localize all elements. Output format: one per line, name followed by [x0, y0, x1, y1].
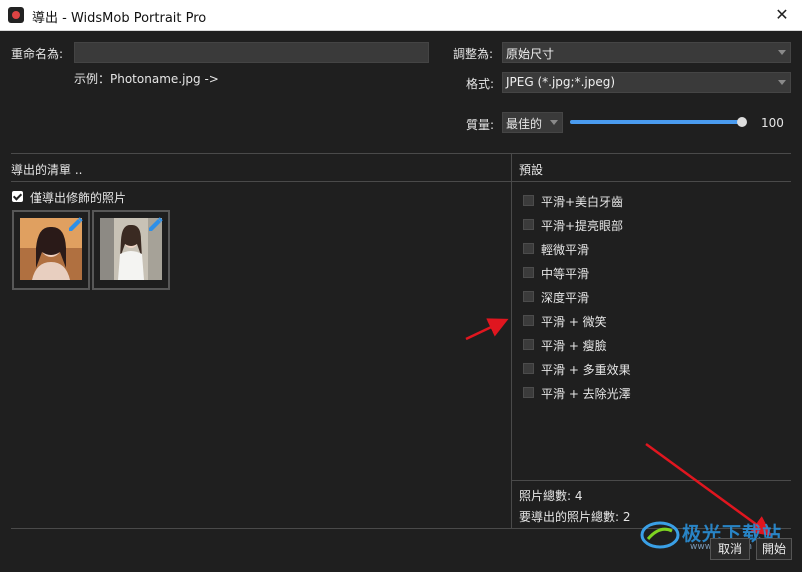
annotation-arrow	[465, 318, 509, 341]
cancel-button[interactable]: 取消	[710, 538, 750, 560]
watermark-logo-icon	[640, 521, 680, 549]
annotation-arrows	[465, 318, 773, 536]
start-button[interactable]: 開始	[756, 538, 792, 560]
